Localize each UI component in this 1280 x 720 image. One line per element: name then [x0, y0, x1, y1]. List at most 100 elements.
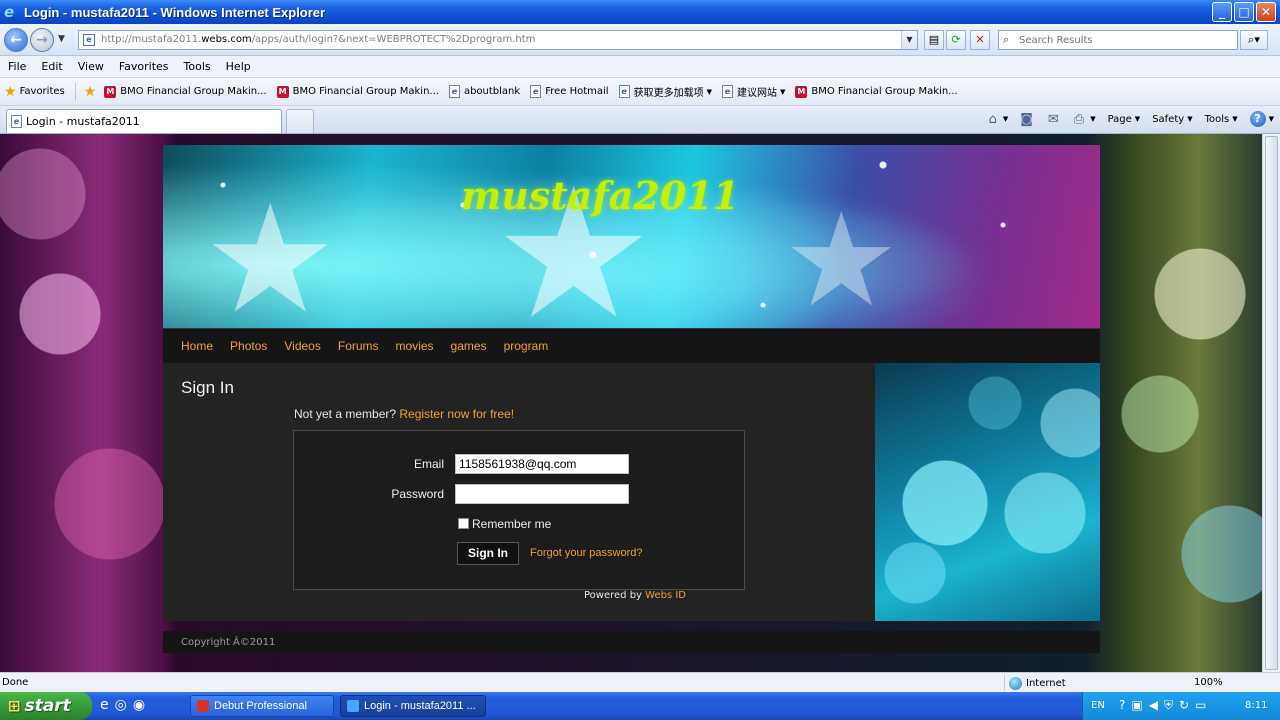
minimize-button[interactable]: _: [1212, 2, 1232, 22]
favorite-link-3[interactable]: e aboutblank: [448, 85, 520, 98]
stop-icon[interactable]: ✕: [970, 30, 990, 50]
menu-favorites[interactable]: Favorites: [119, 60, 169, 73]
security-icon[interactable]: ⛨: [1164, 698, 1173, 713]
help-icon: ?: [1249, 111, 1266, 127]
volume-icon[interactable]: ◀: [1149, 698, 1158, 713]
favorite-link-label: 获取更多加载项: [633, 88, 704, 99]
nav-photos[interactable]: Photos: [230, 339, 267, 353]
powered-by-label: Powered by: [584, 590, 642, 601]
nav-videos[interactable]: Videos: [284, 339, 320, 353]
favorite-link-4[interactable]: e Free Hotmail: [530, 85, 609, 98]
feeds-button[interactable]: ◙: [1020, 112, 1036, 127]
vertical-scrollbar[interactable]: [1262, 134, 1280, 672]
address-url[interactable]: http://mustafa2011.webs.com/apps/auth/lo…: [101, 34, 535, 45]
page-viewport: ★ ★ ★ mustafa2011 Home Photos Videos For…: [0, 134, 1262, 672]
safety-menu[interactable]: Safety ▼: [1152, 114, 1192, 125]
menu-file[interactable]: File: [8, 60, 26, 73]
forward-button[interactable]: →: [30, 28, 54, 52]
back-button[interactable]: ←: [4, 28, 28, 52]
favorites-separator: [74, 82, 76, 101]
maximize-button[interactable]: □: [1234, 2, 1254, 22]
page-icon: e: [530, 85, 542, 98]
remember-me-label[interactable]: Remember me: [472, 517, 551, 531]
search-box[interactable]: ⌕: [998, 30, 1238, 50]
remember-me-checkbox[interactable]: [458, 518, 469, 529]
signin-panel: Sign In Not yet a member? Register now f…: [163, 363, 875, 621]
favorite-link-7[interactable]: M BMO Financial Group Makin...: [795, 85, 958, 98]
print-button[interactable]: ⎙ ▼: [1074, 112, 1096, 127]
nav-forums[interactable]: Forums: [338, 339, 379, 353]
window-controls: _ □ ✕: [1212, 2, 1276, 22]
search-button[interactable]: ⌕▾: [1240, 30, 1268, 50]
favorite-link-1[interactable]: M BMO Financial Group Makin...: [104, 85, 267, 98]
url-host: webs.com: [201, 34, 252, 45]
new-tab-button[interactable]: [286, 109, 314, 133]
safely-remove-icon[interactable]: ▭: [1195, 698, 1206, 713]
page-menu-label: Page: [1107, 113, 1132, 125]
site-title[interactable]: mustafa2011: [461, 173, 739, 218]
read-mail-button[interactable]: ✉: [1048, 112, 1062, 127]
help-button[interactable]: ? ▼: [1249, 111, 1274, 127]
bmo-icon: M: [795, 85, 808, 98]
chevron-down-icon: ▼: [1134, 115, 1141, 123]
taskbar-app-ie[interactable]: Login - mustafa2011 ...: [340, 695, 486, 717]
chrome-icon[interactable]: ◎: [115, 697, 127, 713]
tools-menu[interactable]: Tools ▼: [1205, 114, 1238, 125]
recent-pages-dropdown[interactable]: ▼: [58, 34, 65, 44]
system-tray: EN ? ▣ ◀ ⛨ ↻ ▭ 8:11: [1082, 692, 1280, 720]
tab-login[interactable]: e Login - mustafa2011: [6, 109, 282, 133]
favorite-link-6[interactable]: e 建议网站 ▼: [721, 84, 786, 99]
internet-explorer-icon[interactable]: e: [100, 697, 109, 713]
update-icon[interactable]: ↻: [1179, 698, 1189, 713]
tray-icons: ? ▣ ◀ ⛨ ↻ ▭: [1119, 698, 1206, 713]
chevron-down-icon: ▼: [706, 87, 712, 96]
bmo-icon: M: [104, 85, 117, 98]
status-bar: Done Internet 100%: [0, 672, 1280, 692]
home-button[interactable]: ⌂ ▼: [989, 112, 1009, 127]
add-to-favorites-bar-icon[interactable]: ★: [84, 84, 97, 100]
refresh-icon[interactable]: ⟳: [946, 30, 966, 50]
site-container: ★ ★ ★ mustafa2011 Home Photos Videos For…: [163, 145, 1100, 672]
close-button[interactable]: ✕: [1256, 2, 1276, 22]
webs-id-link[interactable]: Webs ID: [645, 590, 686, 601]
language-indicator[interactable]: EN: [1091, 700, 1105, 711]
compatibility-view-icon[interactable]: ▤: [924, 30, 944, 50]
tools-menu-label: Tools: [1204, 113, 1230, 125]
firefox-icon[interactable]: ◉: [133, 697, 145, 713]
menu-view[interactable]: View: [78, 60, 104, 73]
globe-icon: [1009, 676, 1022, 690]
menu-edit[interactable]: Edit: [41, 60, 62, 73]
clock[interactable]: 8:11: [1245, 700, 1267, 711]
menu-help[interactable]: Help: [226, 60, 251, 73]
network-icon[interactable]: ▣: [1131, 698, 1142, 713]
email-field[interactable]: [455, 454, 629, 474]
help-icon[interactable]: ?: [1119, 698, 1125, 713]
zoom-level[interactable]: 100%: [1194, 677, 1223, 688]
not-member-text: Not yet a member? Register now for free!: [294, 407, 514, 421]
register-link[interactable]: Register now for free!: [399, 407, 514, 421]
password-field[interactable]: [455, 484, 629, 504]
security-zone[interactable]: Internet: [1004, 675, 1150, 691]
start-button[interactable]: ⊞ start: [0, 692, 92, 720]
chevron-down-icon: ▼: [779, 87, 786, 96]
search-input[interactable]: [1019, 33, 1231, 47]
address-dropdown-icon[interactable]: ▼: [901, 31, 917, 49]
home-icon: ⌂: [988, 111, 997, 127]
mail-icon: ✉: [1047, 111, 1059, 127]
sign-in-button[interactable]: Sign In: [457, 542, 519, 565]
scrollbar-thumb[interactable]: [1265, 136, 1278, 670]
forgot-password-link[interactable]: Forgot your password?: [530, 547, 643, 559]
favorites-star-icon: ★: [4, 83, 17, 100]
favorite-link-5[interactable]: e 获取更多加载项 ▼: [618, 84, 712, 99]
favorite-link-label: BMO Financial Group Makin...: [811, 86, 958, 97]
menu-tools[interactable]: Tools: [184, 60, 211, 73]
favorites-button[interactable]: ★ Favorites: [4, 84, 65, 100]
nav-games[interactable]: games: [451, 339, 487, 353]
nav-movies[interactable]: movies: [396, 339, 434, 353]
nav-home[interactable]: Home: [181, 339, 213, 353]
favorite-link-2[interactable]: M BMO Financial Group Makin...: [276, 85, 439, 98]
nav-program[interactable]: program: [504, 339, 549, 353]
address-bar[interactable]: e http://mustafa2011.webs.com/apps/auth/…: [78, 30, 918, 50]
taskbar-app-debut[interactable]: Debut Professional: [190, 695, 334, 717]
page-menu[interactable]: Page ▼: [1108, 114, 1141, 125]
